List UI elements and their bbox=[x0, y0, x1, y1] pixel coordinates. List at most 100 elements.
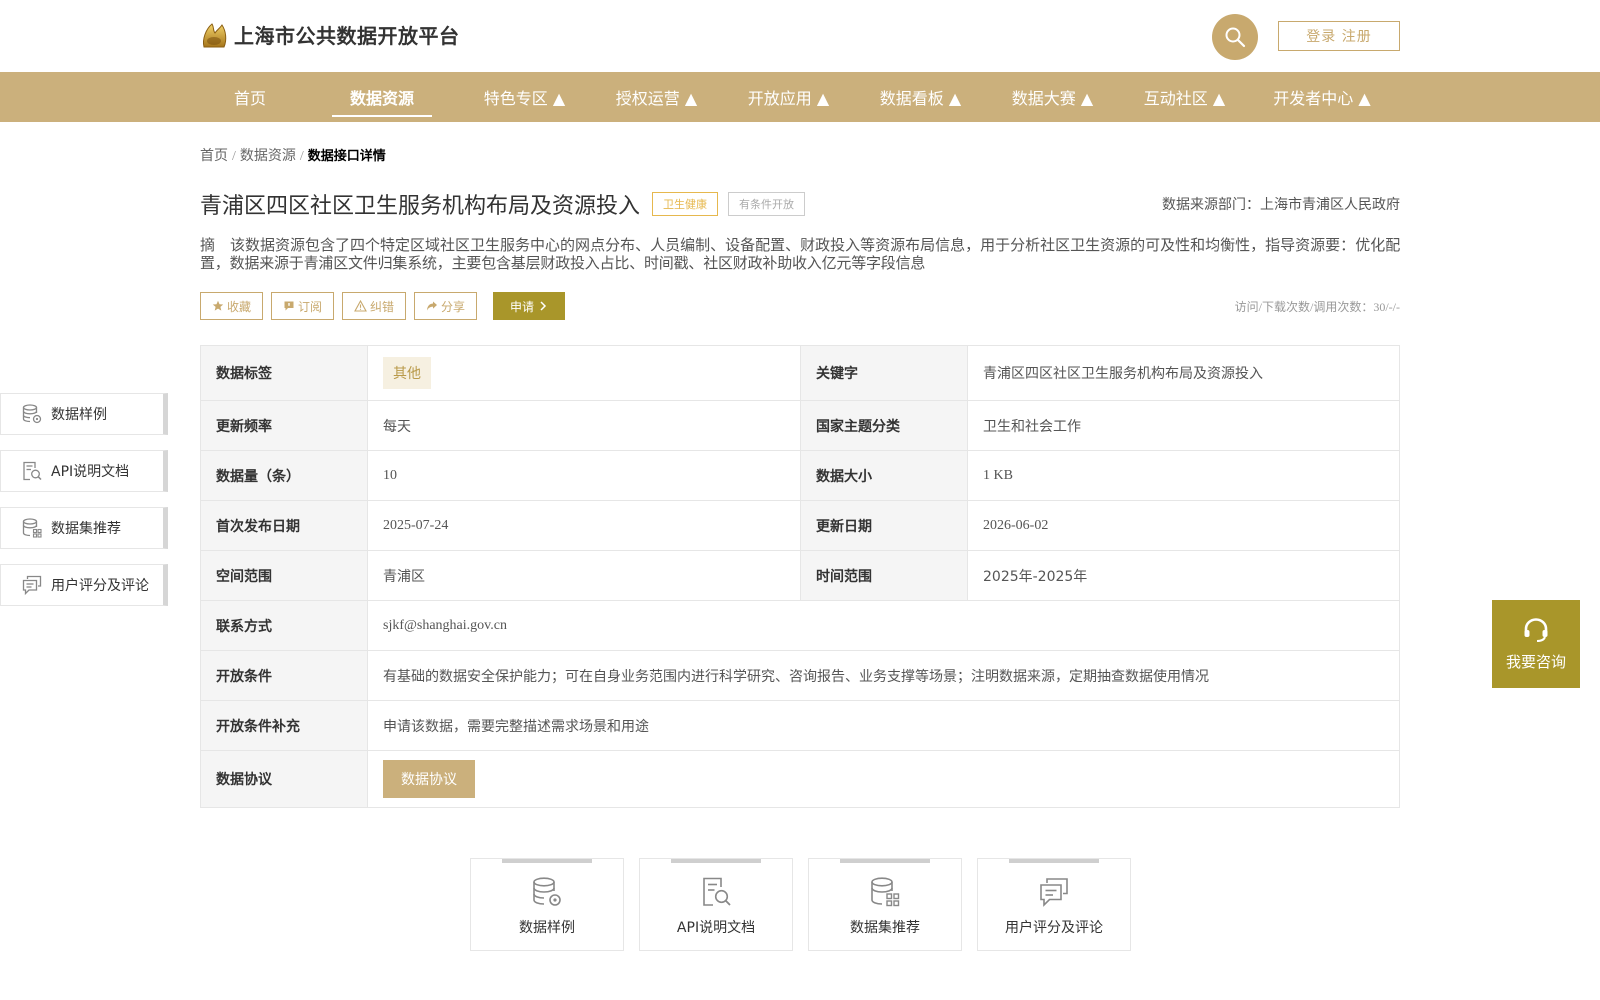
database-grid-icon bbox=[871, 877, 900, 907]
database-gear-icon bbox=[22, 404, 42, 424]
consult-label: 我要咨询 bbox=[1505, 652, 1566, 671]
frequency-label: 更新频率 bbox=[200, 400, 368, 451]
table-row: 首次发布日期 2025-07-24 更新日期 2026-06-02 bbox=[200, 500, 1400, 551]
category-tag: 卫生健康 bbox=[652, 192, 719, 216]
card-dataset-recommend[interactable]: 数据集推荐 bbox=[808, 858, 962, 951]
nav-item-data-resources[interactable]: 数据资源 bbox=[332, 72, 432, 122]
dataset-info-table: 数据标签 其他 关键字 青浦区四区社区卫生服务机构布局及资源投入 更新频率 每天… bbox=[200, 345, 1400, 808]
table-row: 数据标签 其他 关键字 青浦区四区社区卫生服务机构布局及资源投入 bbox=[200, 345, 1400, 401]
page-title: 青浦区四区社区卫生服务机构布局及资源投入 bbox=[200, 194, 641, 219]
contact-label: 联系方式 bbox=[200, 600, 368, 651]
star-icon bbox=[212, 300, 224, 311]
login-register-button[interactable]: 登录 注册 bbox=[1278, 21, 1400, 51]
database-grid-icon bbox=[22, 518, 42, 538]
card-rating-comments[interactable]: 用户评分及评论 bbox=[977, 858, 1131, 951]
open-conditions-value: 有基础的数据安全保护能力；可在自身业务范围内进行科学研究、咨询报告、业务支撑等场… bbox=[367, 650, 1400, 701]
agreement-cell: 数据协议 bbox=[367, 750, 1400, 808]
apply-button[interactable]: 申请 bbox=[493, 292, 566, 320]
data-size-label: 数据大小 bbox=[800, 450, 968, 501]
nav-item-community[interactable]: 互动社区 ▲ bbox=[1122, 72, 1247, 122]
table-row: 数据协议 数据协议 bbox=[200, 750, 1400, 808]
share-icon bbox=[427, 301, 438, 311]
space-range-value: 青浦区 bbox=[367, 550, 801, 601]
nav-item-data-dashboard[interactable]: 数据看板 ▲ bbox=[858, 72, 983, 122]
report-error-button[interactable]: 纠错 bbox=[342, 292, 407, 320]
card-label: 数据集推荐 bbox=[850, 920, 920, 936]
open-conditions-extra-value: 申请该数据，需要完整描述需求场景和用途 bbox=[367, 700, 1400, 751]
favorite-button[interactable]: 收藏 bbox=[200, 292, 264, 320]
keyword-label: 关键字 bbox=[800, 345, 968, 401]
frequency-value: 每天 bbox=[367, 400, 801, 451]
side-item-api-doc[interactable]: API说明文档 bbox=[0, 450, 168, 492]
nav-item-open-apps[interactable]: 开放应用 ▲ bbox=[726, 72, 851, 122]
table-row: 数据量（条） 10 数据大小 1 KB bbox=[200, 450, 1400, 501]
logo-icon bbox=[203, 22, 227, 47]
data-tag-label: 数据标签 bbox=[200, 345, 368, 401]
agreement-label: 数据协议 bbox=[200, 750, 368, 808]
time-range-value: 2025年-2025年 bbox=[967, 550, 1400, 601]
record-count-value: 10 bbox=[367, 450, 801, 501]
report-error-label: 纠错 bbox=[370, 299, 395, 314]
side-item-label: API说明文档 bbox=[51, 464, 130, 480]
action-bar: 收藏 订阅 纠错 分享 申请 bbox=[200, 292, 566, 320]
data-agreement-button[interactable]: 数据协议 bbox=[383, 760, 475, 798]
nav-item-special-zone[interactable]: 特色专区 ▲ bbox=[462, 72, 587, 122]
side-item-label: 数据集推荐 bbox=[51, 521, 121, 537]
card-label: 数据样例 bbox=[519, 920, 575, 936]
first-publish-label: 首次发布日期 bbox=[200, 500, 368, 551]
subscribe-label: 订阅 bbox=[298, 299, 323, 314]
share-button[interactable]: 分享 bbox=[414, 292, 478, 320]
open-conditions-extra-label: 开放条件补充 bbox=[200, 700, 368, 751]
table-row: 联系方式 sjkf@shanghai.gov.cn bbox=[200, 600, 1400, 651]
space-range-label: 空间范围 bbox=[200, 550, 368, 601]
open-conditions-label: 开放条件 bbox=[200, 650, 368, 701]
subscribe-button[interactable]: 订阅 bbox=[271, 292, 335, 320]
card-label: API说明文档 bbox=[676, 920, 756, 936]
table-row: 开放条件补充 申请该数据，需要完整描述需求场景和用途 bbox=[200, 700, 1400, 751]
consult-button[interactable]: 我要咨询 bbox=[1492, 600, 1580, 688]
contact-value: sjkf@shanghai.gov.cn bbox=[367, 600, 1400, 651]
table-row: 开放条件 有基础的数据安全保护能力；可在自身业务范围内进行科学研究、咨询报告、业… bbox=[200, 650, 1400, 701]
breadcrumb-data-resources[interactable]: 数据资源 bbox=[240, 149, 296, 164]
doc-search-icon bbox=[23, 461, 42, 481]
theme-label: 国家主题分类 bbox=[800, 400, 968, 451]
breadcrumb-current: 数据接口详情 bbox=[307, 149, 386, 164]
share-label: 分享 bbox=[441, 299, 466, 314]
access-level-tag: 有条件开放 bbox=[728, 192, 806, 216]
detail-section-cards: 数据样例 API说明文档 数据集推荐 用户评分及评论 bbox=[470, 858, 1146, 951]
update-date-value: 2026-06-02 bbox=[967, 500, 1400, 551]
nav-item-authorized-ops[interactable]: 授权运营 ▲ bbox=[594, 72, 719, 122]
card-data-sample[interactable]: 数据样例 bbox=[470, 858, 624, 951]
flag-icon bbox=[284, 301, 294, 311]
side-item-data-sample[interactable]: 数据样例 bbox=[0, 393, 168, 435]
side-item-dataset-recommend[interactable]: 数据集推荐 bbox=[0, 507, 168, 549]
doc-search-icon bbox=[703, 877, 731, 906]
comment-icon bbox=[1040, 878, 1068, 907]
nav-item-developer-center[interactable]: 开发者中心 ▲ bbox=[1252, 72, 1392, 122]
nav-item-data-contest[interactable]: 数据大赛 ▲ bbox=[990, 72, 1115, 122]
card-label: 用户评分及评论 bbox=[1005, 920, 1103, 936]
warning-icon bbox=[354, 300, 367, 312]
comment-icon bbox=[22, 575, 42, 596]
update-date-label: 更新日期 bbox=[800, 500, 968, 551]
search-button[interactable] bbox=[1212, 14, 1258, 60]
side-anchor-nav: 数据样例 API说明文档 数据集推荐 用户评分及评论 bbox=[0, 393, 168, 621]
theme-value: 卫生和社会工作 bbox=[967, 400, 1400, 451]
data-size-value: 1 KB bbox=[967, 450, 1400, 501]
time-range-label: 时间范围 bbox=[800, 550, 968, 601]
nav-item-home[interactable]: 首页 bbox=[200, 72, 300, 122]
database-gear-icon bbox=[533, 877, 561, 906]
visit-count: 访问/下载次数/调用次数：30/-/- bbox=[1234, 300, 1400, 314]
breadcrumb-home[interactable]: 首页 bbox=[200, 149, 228, 164]
dataset-abstract: 摘 该数据资源包含了四个特定区域社区卫生服务中心的网点分布、人员编制、设备配置、… bbox=[200, 236, 1400, 272]
site-logo[interactable]: 上海市公共数据开放平台 bbox=[200, 20, 460, 49]
side-item-rating-comments[interactable]: 用户评分及评论 bbox=[0, 564, 168, 606]
side-item-label: 用户评分及评论 bbox=[51, 578, 149, 594]
breadcrumb-separator: / bbox=[232, 149, 236, 164]
site-title: 上海市公共数据开放平台 bbox=[234, 24, 460, 48]
data-tag-chip[interactable]: 其他 bbox=[383, 357, 431, 389]
favorite-label: 收藏 bbox=[227, 299, 252, 314]
apply-label: 申请 bbox=[510, 299, 535, 314]
card-api-doc[interactable]: API说明文档 bbox=[639, 858, 793, 951]
table-row: 空间范围 青浦区 时间范围 2025年-2025年 bbox=[200, 550, 1400, 601]
